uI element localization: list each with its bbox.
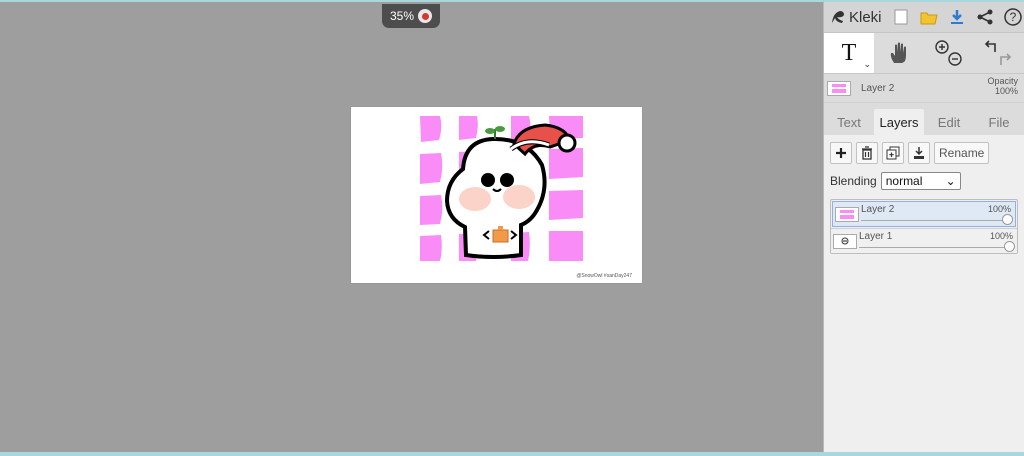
app-logo[interactable]: Kleki [824, 9, 888, 26]
zoom-label: 35% [389, 9, 415, 23]
current-layer-opacity: Opacity 100% [987, 76, 1018, 96]
panel-tabs: Text Layers Edit File [824, 109, 1024, 135]
undo-icon[interactable] [984, 40, 996, 52]
merge-down-icon [914, 147, 924, 159]
zoom-buttons [924, 33, 974, 73]
redo-icon[interactable] [1000, 53, 1012, 65]
zoom-out-icon[interactable] [948, 52, 962, 66]
blending-label: Blending [830, 174, 877, 188]
layer-thumbnail [835, 206, 859, 222]
tab-text[interactable]: Text [824, 109, 874, 135]
merge-layer-button[interactable] [908, 142, 930, 164]
opacity-label: Opacity [987, 76, 1018, 86]
document-canvas[interactable]: @SnowOwl #sanDay247 [351, 107, 642, 283]
text-tool-icon: T [841, 39, 857, 66]
current-layer-name: Layer 2 [861, 82, 895, 94]
canvas-area[interactable]: 35% @SnowOwl #sanDay247 [0, 0, 823, 452]
blending-row: Blending normal ⌄ [830, 172, 1018, 190]
text-tool-button[interactable]: T ⌄ [824, 33, 874, 73]
undo-redo-buttons [974, 33, 1024, 73]
zoom-in-icon[interactable] [935, 40, 949, 54]
duplicate-icon [886, 146, 900, 160]
reset-zoom-icon[interactable] [418, 9, 433, 23]
layer-thumbnail [833, 233, 857, 249]
zoom-indicator[interactable]: 35% [382, 4, 440, 28]
hand-tool-button[interactable] [874, 33, 924, 73]
opacity-value: 100% [994, 86, 1018, 96]
current-layer-info: Layer 2 Opacity 100% [824, 74, 1024, 103]
blending-select[interactable]: normal ⌄ [880, 172, 961, 190]
right-panel: Kleki ? T ⌄ Layer 2 Opacity 100% Text La… [823, 0, 1024, 453]
chevron-down-icon: ⌄ [945, 174, 956, 188]
tool-row: T ⌄ [824, 33, 1024, 74]
hand-tool-icon [890, 42, 906, 63]
tab-file[interactable]: File [974, 109, 1024, 135]
download-icon[interactable] [946, 6, 968, 28]
help-icon[interactable]: ? [1002, 6, 1024, 28]
layer-opacity-slider[interactable] [859, 247, 1011, 248]
app-name: Kleki [849, 8, 882, 26]
svg-text:?: ? [1010, 10, 1017, 24]
blending-value: normal [885, 174, 923, 188]
slider-handle[interactable] [1002, 214, 1013, 225]
rename-layer-button[interactable]: Rename [934, 142, 990, 164]
kleki-logo-icon [832, 11, 844, 23]
delete-layer-button[interactable] [856, 142, 878, 164]
plus-icon [836, 148, 846, 158]
layers-tab-content: Rename Blending normal ⌄ Layer 2 100% La… [824, 135, 1024, 453]
share-icon[interactable] [974, 6, 996, 28]
trash-icon [862, 146, 872, 160]
layer-opacity: 100% [989, 231, 1013, 241]
layer-item-2[interactable]: Layer 2 100% [832, 201, 1016, 227]
current-layer-thumbnail [827, 80, 851, 96]
artwork-watermark: @SnowOwl #sanDay247 [576, 273, 632, 279]
artwork-image [420, 116, 583, 261]
slider-handle[interactable] [1004, 241, 1015, 252]
chevron-down-icon[interactable]: ⌄ [863, 59, 871, 70]
top-bar: Kleki ? [824, 2, 1024, 33]
layer-name: Layer 1 [859, 231, 893, 242]
layer-item-1[interactable]: Layer 1 100% [831, 228, 1017, 253]
new-file-icon[interactable] [890, 6, 912, 28]
layer-name: Layer 2 [861, 204, 895, 215]
tab-edit[interactable]: Edit [924, 109, 974, 135]
tab-layers[interactable]: Layers [874, 109, 924, 135]
bottom-border [0, 452, 1024, 456]
layer-opacity: 100% [987, 204, 1011, 214]
duplicate-layer-button[interactable] [882, 142, 904, 164]
add-layer-button[interactable] [830, 142, 852, 164]
layer-opacity-slider[interactable] [861, 220, 1009, 221]
layer-list: Layer 2 100% Layer 1 100% [830, 199, 1018, 254]
open-folder-icon[interactable] [918, 6, 940, 28]
